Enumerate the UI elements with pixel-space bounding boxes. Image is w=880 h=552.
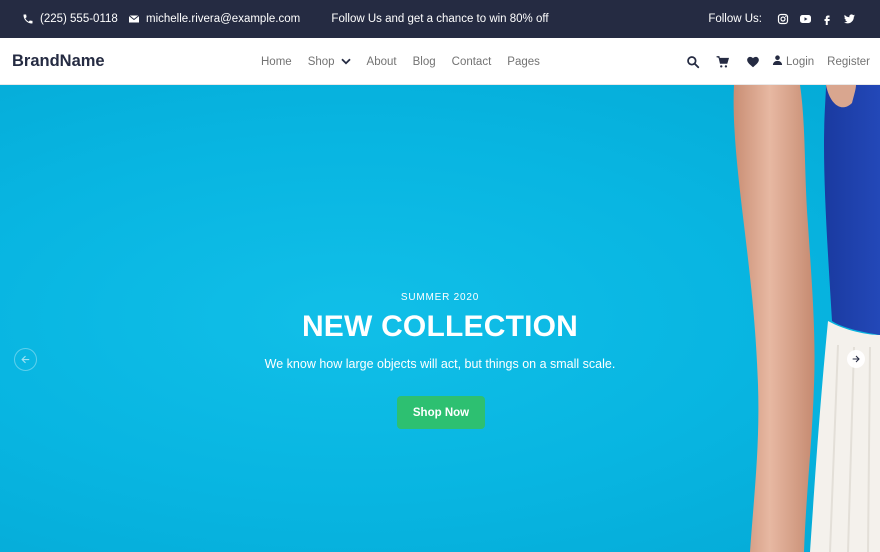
nav-home-label: Home <box>261 55 292 68</box>
nav-pages[interactable]: Pages <box>507 56 540 68</box>
mail-icon <box>128 13 140 25</box>
chevron-down-icon <box>340 56 351 68</box>
phone-contact[interactable]: (225) 555-0118 <box>22 0 118 38</box>
search-icon[interactable] <box>682 51 704 73</box>
nav-home[interactable]: Home <box>261 56 292 68</box>
hero-headline: NEW COLLECTION <box>301 310 579 343</box>
main-menu: Home Shop About Blog Contact Pages <box>261 38 540 85</box>
phone-number: (225) 555-0118 <box>40 13 118 25</box>
twitter-icon[interactable] <box>838 8 860 30</box>
user-icon <box>772 54 783 69</box>
shop-now-button[interactable]: Shop Now <box>397 396 485 429</box>
hero-subtitle: We know how large objects will act, but … <box>264 357 616 371</box>
email-address: michelle.rivera@example.com <box>146 13 301 25</box>
nav-blog-label: Blog <box>412 55 436 68</box>
nav-contact[interactable]: Contact <box>452 56 492 68</box>
facebook-icon[interactable] <box>816 8 838 30</box>
nav-shop-label: Shop <box>307 55 335 68</box>
follow-us-label: Follow Us: <box>708 13 762 25</box>
cart-icon[interactable] <box>712 51 734 73</box>
login-label: Login <box>786 55 815 68</box>
slider-prev-button[interactable] <box>14 348 37 371</box>
slider-next-button[interactable] <box>847 350 865 368</box>
nav-about[interactable]: About <box>367 56 397 68</box>
nav-pages-label: Pages <box>507 55 540 68</box>
header-actions: Login Register <box>682 38 870 85</box>
arrow-right-icon <box>852 350 860 368</box>
login-link[interactable]: Login <box>772 54 814 69</box>
email-contact[interactable]: michelle.rivera@example.com <box>128 0 300 38</box>
top-bar: (225) 555-0118 michelle.rivera@example.c… <box>0 0 880 38</box>
main-navbar: BrandName Home Shop About Blog Contact P… <box>0 38 880 85</box>
heart-icon[interactable] <box>742 51 764 73</box>
promo-message: Follow Us and get a chance to win 80% of… <box>331 13 549 25</box>
register-link[interactable]: Register <box>827 56 870 68</box>
instagram-icon[interactable] <box>772 8 794 30</box>
youtube-icon[interactable] <box>794 8 816 30</box>
brand-logo[interactable]: BrandName <box>12 38 105 85</box>
nav-shop[interactable]: Shop <box>308 56 351 68</box>
nav-blog[interactable]: Blog <box>413 56 436 68</box>
hero-kicker: SUMMER 2020 <box>400 292 480 303</box>
nav-contact-label: Contact <box>451 55 492 68</box>
phone-icon <box>22 13 34 25</box>
follow-us: Follow Us: <box>708 0 860 38</box>
hero-slider: SUMMER 2020 NEW COLLECTION We know how l… <box>0 85 880 552</box>
arrow-left-icon <box>21 351 30 369</box>
nav-about-label: About <box>366 55 397 68</box>
